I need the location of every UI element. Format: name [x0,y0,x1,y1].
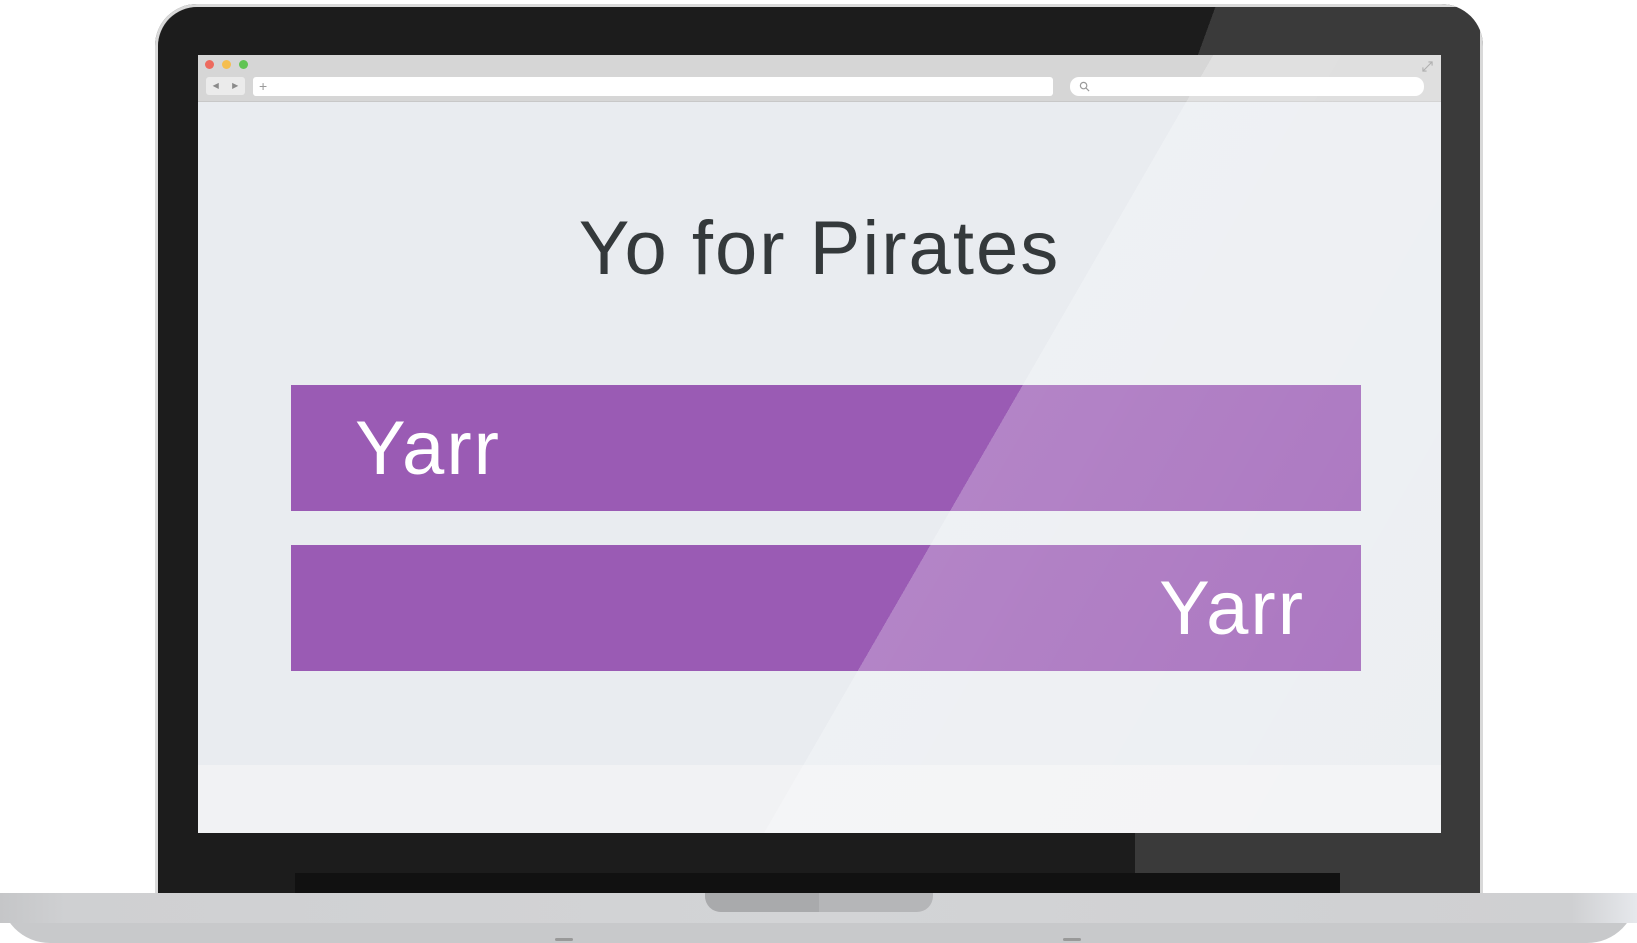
close-window-button[interactable] [205,60,214,69]
notch-shadow [705,893,819,912]
expand-icon[interactable] [1422,61,1433,72]
laptop-foot-left [555,938,573,941]
search-icon [1079,81,1090,92]
yarr-bar-left: Yarr [291,385,1361,511]
yarr-bar-right-label: Yarr [1159,565,1305,651]
url-input[interactable]: + [253,77,1053,96]
laptop-foot-right [1063,938,1081,941]
back-arrow-icon[interactable]: ◀ [206,77,226,95]
navigation-buttons: ◀ ▶ [206,77,245,95]
browser-toolbar: ◀ ▶ + [198,55,1441,102]
forward-arrow-icon[interactable]: ▶ [226,77,246,95]
page-footer [198,765,1441,833]
trackpad-notch [705,893,933,912]
laptop-base [0,893,1637,943]
page-title: Yo for Pirates [578,206,1061,291]
browser-window: ◀ ▶ + Yo for Pirates Yarr Yarr [198,55,1441,833]
plus-icon[interactable]: + [259,77,267,96]
laptop-hinge [295,873,1340,893]
minimize-window-button[interactable] [222,60,231,69]
zoom-window-button[interactable] [239,60,248,69]
yarr-bar-right: Yarr [291,545,1361,671]
search-input[interactable] [1070,77,1424,96]
yarr-bar-left-label: Yarr [355,405,501,491]
